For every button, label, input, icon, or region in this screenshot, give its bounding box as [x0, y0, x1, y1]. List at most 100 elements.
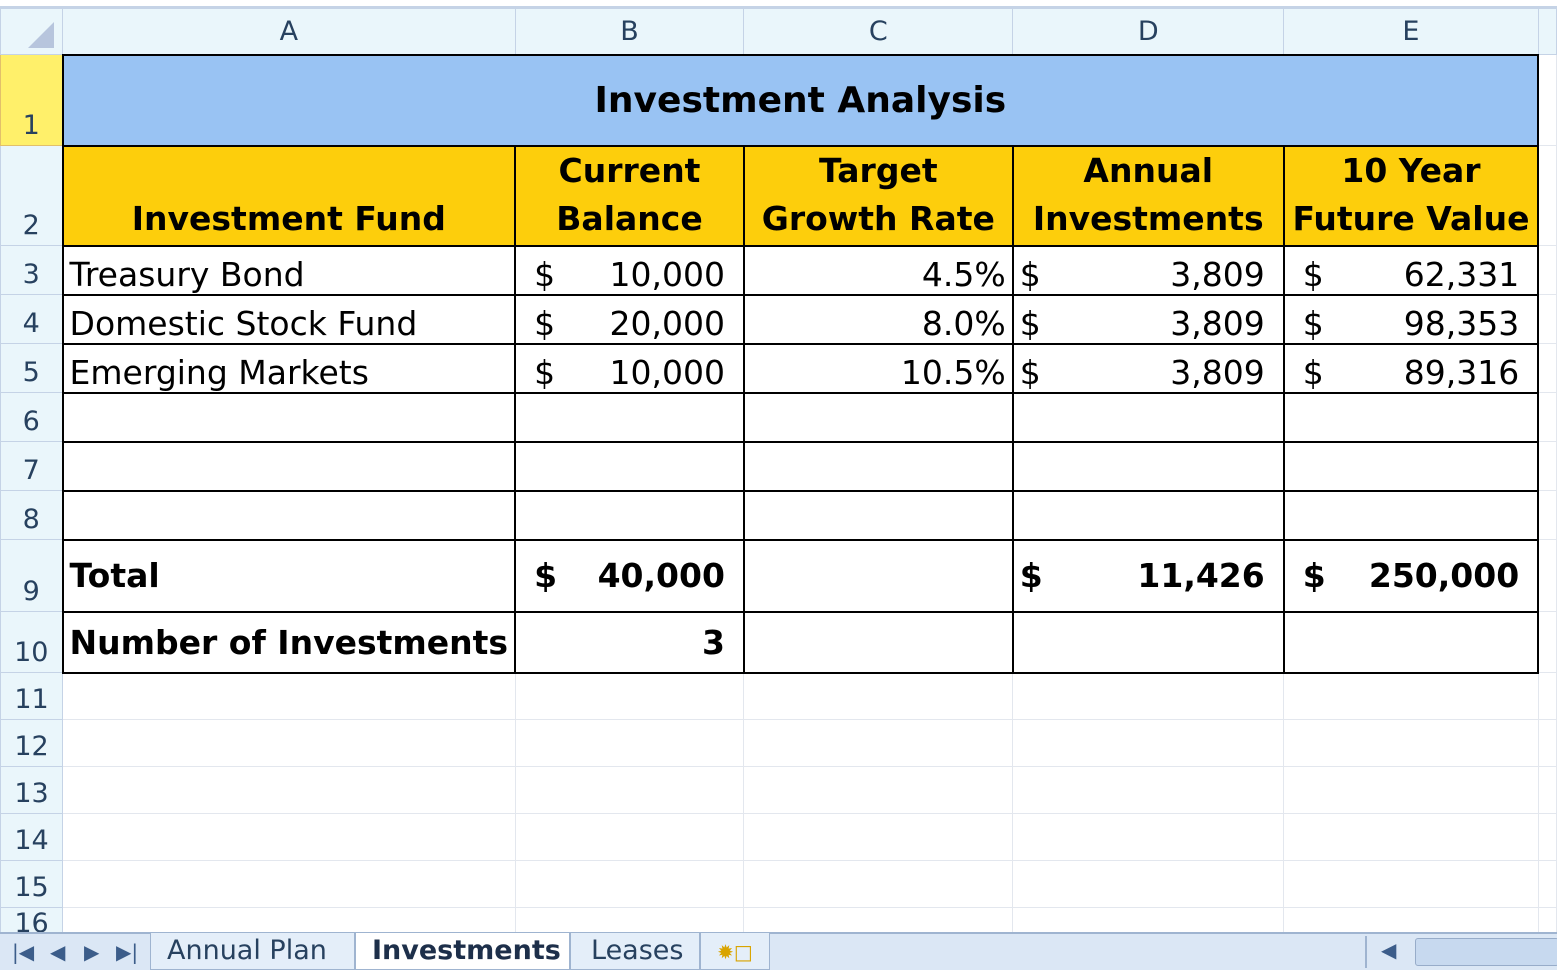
- cell[interactable]: [1537, 539, 1557, 612]
- row-header-7[interactable]: 7: [0, 441, 64, 491]
- cell[interactable]: [743, 813, 1014, 861]
- first-sheet-icon[interactable]: |◀: [12, 940, 34, 964]
- next-sheet-icon[interactable]: ▶: [84, 940, 99, 964]
- cell-a4[interactable]: Domestic Stock Fund: [61, 293, 517, 345]
- cell[interactable]: [1012, 672, 1285, 720]
- column-title-cell[interactable]: Target Growth Rate: [742, 144, 1014, 247]
- cell[interactable]: [1537, 719, 1557, 767]
- cell-a7[interactable]: [61, 440, 517, 492]
- cell-e5[interactable]: $89,316: [1282, 342, 1540, 394]
- cell-d5[interactable]: $3,809: [1011, 342, 1285, 394]
- tab-annual-plan[interactable]: Annual Plan: [150, 933, 355, 970]
- cell[interactable]: [1537, 343, 1557, 393]
- cell-e3[interactable]: $62,331: [1282, 244, 1540, 296]
- cell[interactable]: [1012, 813, 1285, 861]
- cell[interactable]: [1537, 766, 1557, 814]
- prev-sheet-icon[interactable]: ◀: [50, 940, 65, 964]
- row-header-4[interactable]: 4: [0, 294, 64, 344]
- tab-leases[interactable]: Leases: [570, 933, 700, 970]
- cell[interactable]: [1537, 860, 1557, 908]
- row-header-8[interactable]: 8: [0, 490, 64, 540]
- row-header-13[interactable]: 13: [0, 766, 64, 814]
- column-header-f[interactable]: [1537, 8, 1557, 55]
- cell-b9[interactable]: $40,000: [514, 538, 745, 613]
- row-header-12[interactable]: 12: [0, 719, 64, 767]
- scroll-left-icon[interactable]: ◀: [1381, 938, 1396, 962]
- column-title-cell[interactable]: Current Balance: [514, 144, 745, 247]
- scrollbar-thumb[interactable]: [1415, 938, 1557, 966]
- row-header-3[interactable]: 3: [0, 245, 64, 295]
- cell-c7[interactable]: [742, 440, 1014, 492]
- cell-a10[interactable]: Number of Investments: [61, 610, 517, 674]
- cell-d7[interactable]: [1011, 440, 1285, 492]
- cell[interactable]: [1283, 672, 1539, 720]
- column-header-a[interactable]: A: [62, 8, 516, 55]
- row-header-15[interactable]: 15: [0, 860, 64, 908]
- cell[interactable]: [1012, 860, 1285, 908]
- cell[interactable]: [1537, 294, 1557, 344]
- select-all-button[interactable]: [0, 8, 64, 55]
- cell-d3[interactable]: $3,809: [1011, 244, 1285, 296]
- cell-e6[interactable]: [1282, 391, 1540, 443]
- cell[interactable]: [1537, 813, 1557, 861]
- cell[interactable]: [514, 860, 745, 908]
- cell-b6[interactable]: [514, 391, 745, 443]
- cell[interactable]: [743, 766, 1014, 814]
- cell-c6[interactable]: [742, 391, 1014, 443]
- row-header-10[interactable]: 10: [0, 611, 64, 673]
- insert-sheet-button[interactable]: ✹□: [700, 933, 770, 970]
- cell[interactable]: [1537, 672, 1557, 720]
- cell[interactable]: [62, 860, 516, 908]
- cell[interactable]: [1537, 611, 1557, 673]
- cell-e4[interactable]: $98,353: [1282, 293, 1540, 345]
- column-header-c[interactable]: C: [743, 8, 1014, 55]
- cell[interactable]: [62, 719, 516, 767]
- cell[interactable]: [743, 860, 1014, 908]
- cell-c4[interactable]: 8.0%: [742, 293, 1014, 345]
- cell[interactable]: [1537, 441, 1557, 491]
- cell-b7[interactable]: [514, 440, 745, 492]
- cell-c8[interactable]: [742, 489, 1014, 541]
- cell[interactable]: [1012, 719, 1285, 767]
- cell-e7[interactable]: [1282, 440, 1540, 492]
- column-header-d[interactable]: D: [1012, 8, 1285, 55]
- column-title-cell[interactable]: Annual Investments: [1011, 144, 1285, 247]
- column-header-e[interactable]: E: [1283, 8, 1539, 55]
- cell[interactable]: [62, 813, 516, 861]
- row-header-9[interactable]: 9: [0, 539, 64, 612]
- cell-c10[interactable]: [742, 610, 1014, 674]
- cell-b4[interactable]: $20,000: [514, 293, 745, 345]
- cell-a3[interactable]: Treasury Bond: [61, 244, 517, 296]
- cell[interactable]: [514, 672, 745, 720]
- cell-a5[interactable]: Emerging Markets: [61, 342, 517, 394]
- cell-d8[interactable]: [1011, 489, 1285, 541]
- cell[interactable]: [1283, 813, 1539, 861]
- cell-c9[interactable]: [742, 538, 1014, 613]
- cell[interactable]: [62, 672, 516, 720]
- row-header-11[interactable]: 11: [0, 672, 64, 720]
- cell-a6[interactable]: [61, 391, 517, 443]
- cell[interactable]: [743, 672, 1014, 720]
- column-header-b[interactable]: B: [514, 8, 745, 55]
- cell-d10[interactable]: [1011, 610, 1285, 674]
- cell[interactable]: [1537, 145, 1557, 246]
- column-title-cell[interactable]: Investment Fund: [61, 144, 517, 247]
- cell[interactable]: [1537, 490, 1557, 540]
- cell-b5[interactable]: $10,000: [514, 342, 745, 394]
- cell-c5[interactable]: 10.5%: [742, 342, 1014, 394]
- cell-e10[interactable]: [1282, 610, 1540, 674]
- cell[interactable]: [1537, 245, 1557, 295]
- cell-b8[interactable]: [514, 489, 745, 541]
- cell-e9[interactable]: $250,000: [1282, 538, 1540, 613]
- cell-b10[interactable]: 3: [514, 610, 745, 674]
- cell[interactable]: [514, 719, 745, 767]
- cell[interactable]: [514, 813, 745, 861]
- column-title-cell[interactable]: 10 Year Future Value: [1282, 144, 1540, 247]
- cell-d4[interactable]: $3,809: [1011, 293, 1285, 345]
- row-header-6[interactable]: 6: [0, 392, 64, 442]
- cell-a9[interactable]: Total: [61, 538, 517, 613]
- cell-a8[interactable]: [61, 489, 517, 541]
- cell[interactable]: [1283, 719, 1539, 767]
- cell[interactable]: [1537, 54, 1557, 146]
- cell[interactable]: [62, 766, 516, 814]
